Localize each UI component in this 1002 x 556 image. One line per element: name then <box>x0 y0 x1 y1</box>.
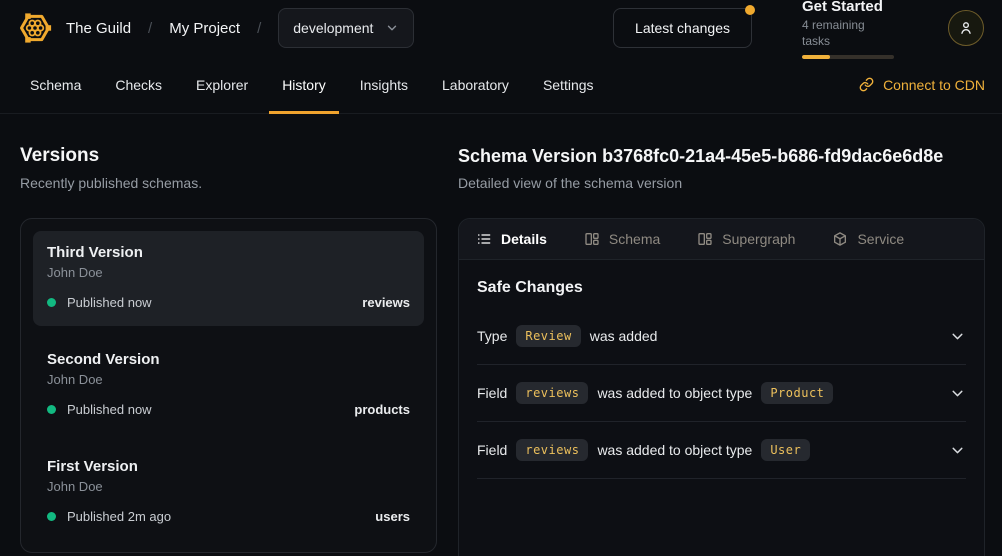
change-row[interactable]: Field reviews was added to object type U… <box>477 422 966 479</box>
versions-panel: Versions Recently published schemas. Thi… <box>0 114 458 556</box>
link-icon <box>859 77 874 92</box>
change-description: was added <box>590 328 658 344</box>
versions-subtitle: Recently published schemas. <box>20 174 437 192</box>
published-status-text: Published 2m ago <box>67 509 171 524</box>
tab-insights[interactable]: Insights <box>347 56 421 113</box>
tab-supergraph[interactable]: Supergraph <box>697 231 795 247</box>
safe-changes-heading: Safe Changes <box>477 279 966 297</box>
field-name-chip: reviews <box>516 382 588 404</box>
chevron-down-icon <box>385 21 399 35</box>
breadcrumb-project[interactable]: My Project <box>169 20 240 37</box>
main-nav: Schema Checks Explorer History Insights … <box>0 56 1002 114</box>
schema-version-subtitle: Detailed view of the schema version <box>458 174 985 192</box>
change-description: was added to object type <box>597 442 752 458</box>
version-list-item[interactable]: First Version John Doe Published 2m ago … <box>33 445 424 540</box>
service-name: products <box>354 402 410 417</box>
published-status-text: Published now <box>67 402 152 417</box>
tab-supergraph-label: Supergraph <box>722 231 795 247</box>
tab-schema[interactable]: Schema <box>17 56 94 113</box>
top-bar: The Guild / My Project / development Lat… <box>0 0 1002 56</box>
person-icon <box>957 19 975 37</box>
version-title: Third Version <box>47 243 410 262</box>
connect-to-cdn-link[interactable]: Connect to CDN <box>859 56 985 113</box>
breadcrumb-org[interactable]: The Guild <box>66 20 131 37</box>
nav-tabs: Schema Checks Explorer History Insights … <box>17 56 607 113</box>
hive-logo-icon[interactable] <box>18 11 52 45</box>
change-prefix: Field <box>477 442 507 458</box>
version-author: John Doe <box>47 479 410 494</box>
chevron-down-icon[interactable] <box>949 328 966 345</box>
target-selector-dropdown[interactable]: development <box>278 8 414 48</box>
version-author: John Doe <box>47 265 410 280</box>
tab-history[interactable]: History <box>269 56 339 113</box>
get-started-progress-fill <box>802 55 830 59</box>
chevron-down-icon[interactable] <box>949 385 966 402</box>
tab-settings[interactable]: Settings <box>530 56 607 113</box>
get-started-widget[interactable]: Get Started 4 remaining tasks <box>802 0 894 59</box>
type-name-chip: Review <box>516 325 580 347</box>
tab-schema-view[interactable]: Schema <box>584 231 660 247</box>
version-title: First Version <box>47 457 410 476</box>
change-row[interactable]: Field reviews was added to object type P… <box>477 365 966 422</box>
breadcrumb-separator: / <box>257 20 261 37</box>
target-selector-value: development <box>293 20 373 36</box>
published-status-dot <box>47 405 56 414</box>
field-name-chip: reviews <box>516 439 588 461</box>
main-content: Versions Recently published schemas. Thi… <box>0 114 1002 556</box>
change-prefix: Type <box>477 328 507 344</box>
breadcrumb-separator: / <box>148 20 152 37</box>
change-description: was added to object type <box>597 385 752 401</box>
service-name: users <box>375 509 410 524</box>
versions-list: Third Version John Doe Published now rev… <box>20 218 437 553</box>
schema-version-title: Schema Version b3768fc0-21a4-45e5-b686-f… <box>458 144 985 168</box>
schema-version-detail-card: Details Schema Sup <box>458 218 985 556</box>
tab-schema-view-label: Schema <box>609 231 660 247</box>
version-list-item[interactable]: Second Version John Doe Published now pr… <box>33 338 424 433</box>
get-started-title: Get Started <box>802 0 894 16</box>
version-author: John Doe <box>47 372 410 387</box>
get-started-subtitle: 4 remaining tasks <box>802 17 894 49</box>
published-status-dot <box>47 298 56 307</box>
tab-laboratory[interactable]: Laboratory <box>429 56 522 113</box>
user-avatar[interactable] <box>948 10 984 46</box>
version-title: Second Version <box>47 350 410 369</box>
latest-changes-button[interactable]: Latest changes <box>613 8 752 48</box>
versions-title: Versions <box>20 144 437 168</box>
tab-details[interactable]: Details <box>476 231 547 247</box>
detail-tabs: Details Schema Sup <box>459 219 984 260</box>
type-name-chip: User <box>761 439 810 461</box>
latest-changes-label: Latest changes <box>635 20 730 36</box>
published-status-dot <box>47 512 56 521</box>
schema-version-panel: Schema Version b3768fc0-21a4-45e5-b686-f… <box>458 114 985 556</box>
change-prefix: Field <box>477 385 507 401</box>
published-status-text: Published now <box>67 295 152 310</box>
chevron-down-icon[interactable] <box>949 442 966 459</box>
tab-explorer[interactable]: Explorer <box>183 56 261 113</box>
version-list-item[interactable]: Third Version John Doe Published now rev… <box>33 231 424 326</box>
tab-service-label: Service <box>857 231 904 247</box>
columns-icon <box>584 231 600 247</box>
cube-icon <box>832 231 848 247</box>
tab-details-label: Details <box>501 231 547 247</box>
columns-icon <box>697 231 713 247</box>
connect-to-cdn-label: Connect to CDN <box>883 77 985 93</box>
detail-body: Safe Changes Type Review was added Field… <box>459 260 984 479</box>
service-name: reviews <box>362 295 410 310</box>
type-name-chip: Product <box>761 382 833 404</box>
tab-service[interactable]: Service <box>832 231 904 247</box>
notification-dot <box>745 5 755 15</box>
tab-checks[interactable]: Checks <box>102 56 175 113</box>
change-row[interactable]: Type Review was added <box>477 308 966 365</box>
list-icon <box>476 231 492 247</box>
